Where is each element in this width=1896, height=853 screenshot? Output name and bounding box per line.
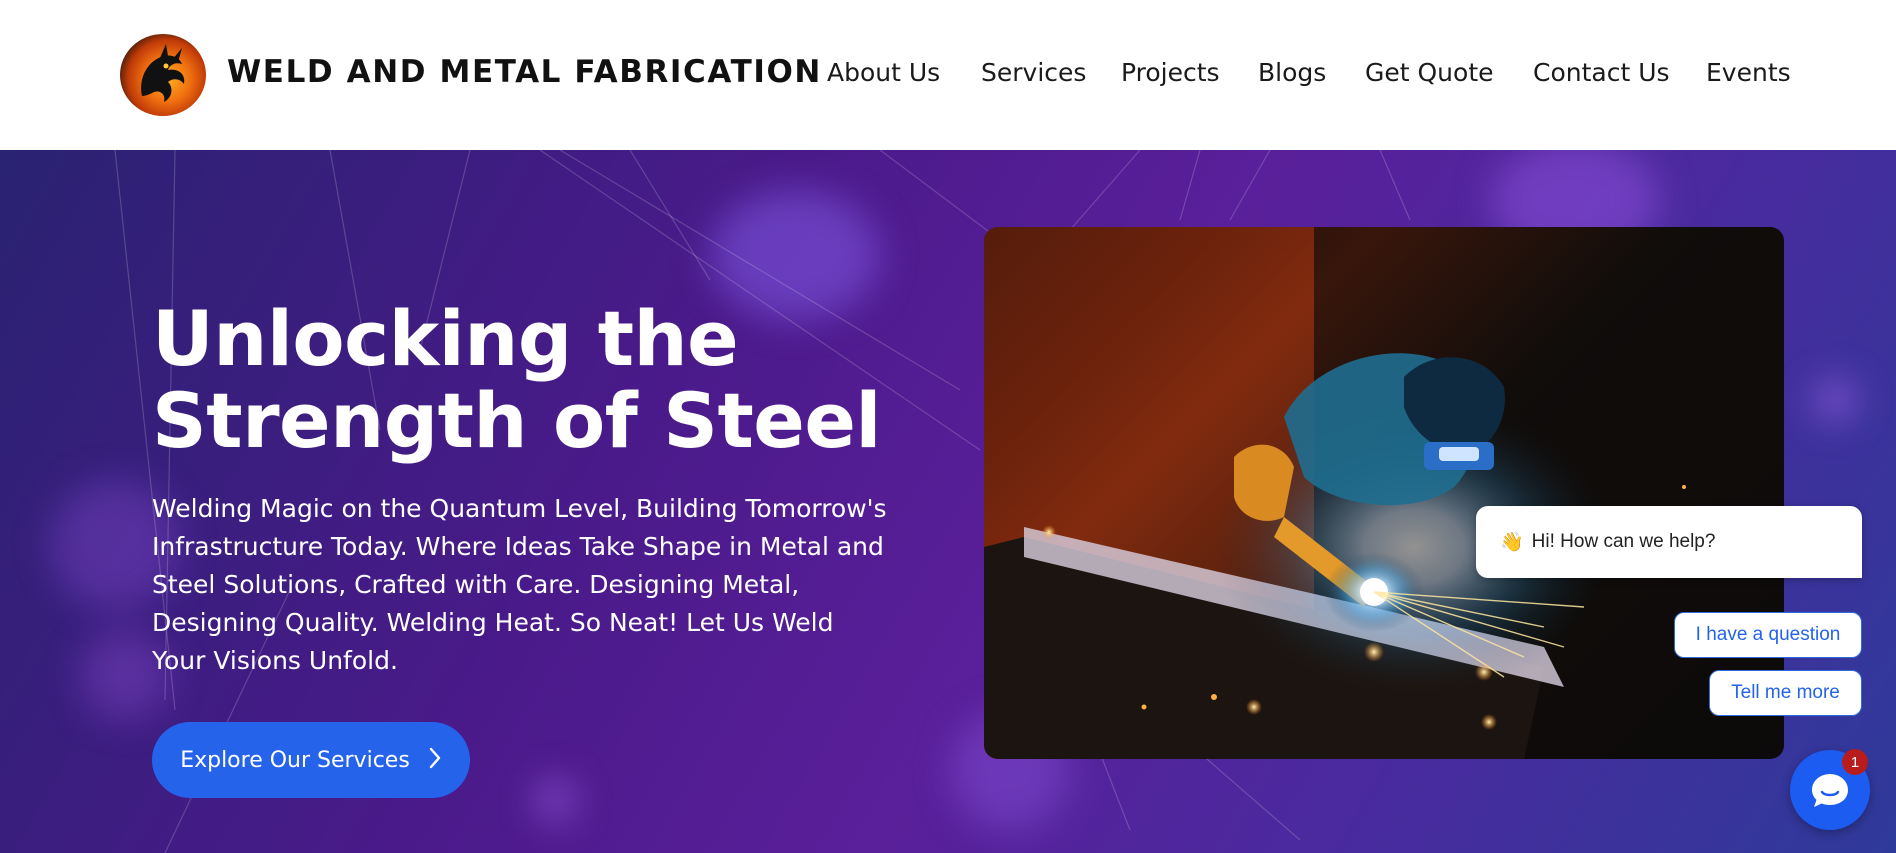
main-nav: About Us Services Projects Blogs Get Quo…: [0, 58, 1896, 98]
chat-bubble-icon: [1812, 774, 1848, 807]
chevron-right-icon: [428, 746, 442, 774]
chat-option-question[interactable]: I have a question: [1674, 612, 1862, 658]
chat-unread-badge: 1: [1842, 749, 1868, 775]
nav-contact-us[interactable]: Contact Us: [1533, 58, 1670, 87]
chat-greeting[interactable]: 👋 Hi! How can we help?: [1476, 506, 1862, 578]
nav-about-us[interactable]: About Us: [827, 58, 940, 87]
site-header: WELD AND METAL FABRICATION About Us Serv…: [0, 0, 1896, 150]
welder-photo: [984, 227, 1784, 759]
nav-events[interactable]: Events: [1706, 58, 1791, 87]
nav-services[interactable]: Services: [981, 58, 1086, 87]
chat-greeting-text: Hi! How can we help?: [1531, 531, 1716, 552]
nav-projects[interactable]: Projects: [1121, 58, 1220, 87]
hero-description: Welding Magic on the Quantum Level, Buil…: [152, 494, 887, 675]
hero-title: Unlocking the Strength of Steel: [152, 294, 881, 465]
explore-services-label: Explore Our Services: [180, 747, 410, 773]
explore-services-button[interactable]: Explore Our Services: [152, 722, 470, 798]
chat-option-tell-more[interactable]: Tell me more: [1709, 670, 1862, 716]
nav-get-quote[interactable]: Get Quote: [1365, 58, 1494, 87]
nav-blogs[interactable]: Blogs: [1258, 58, 1326, 87]
hero-section: Unlocking the Strength of Steel Welding …: [0, 150, 1896, 853]
waving-hand-icon: 👋: [1500, 532, 1524, 553]
